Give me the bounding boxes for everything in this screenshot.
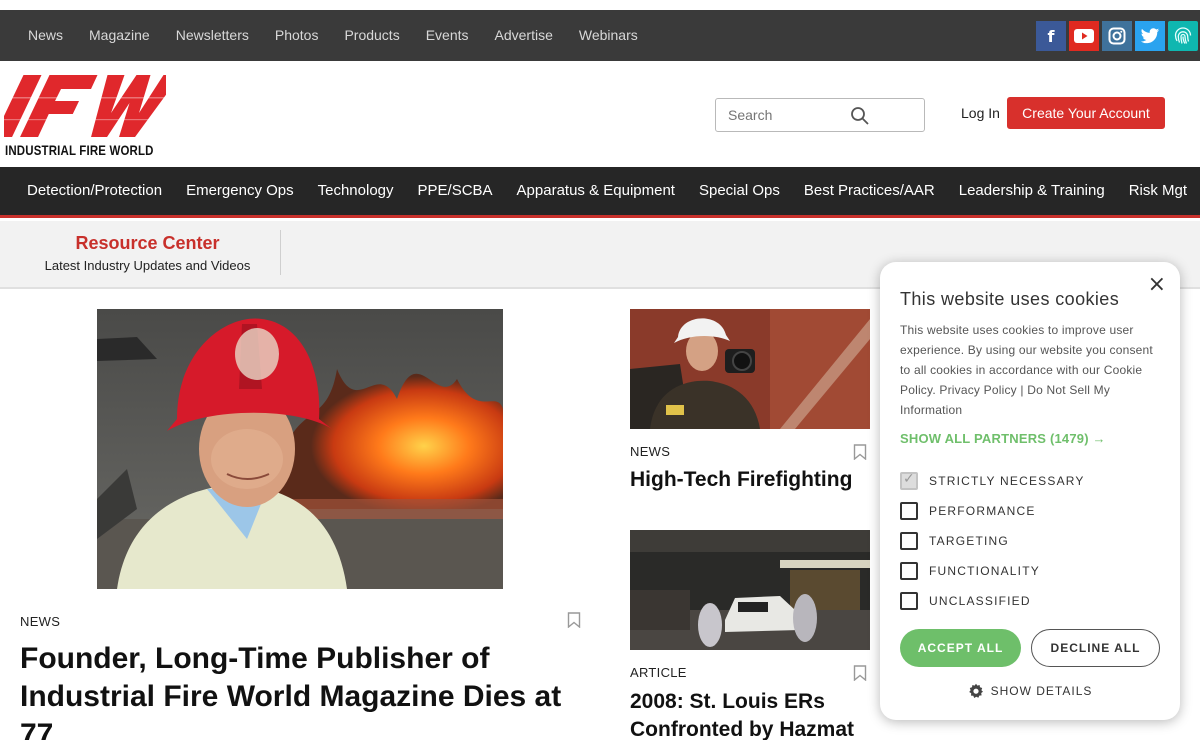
cookie-option-unclassified[interactable]: UNCLASSIFIED (900, 592, 1031, 610)
topnav-webinars[interactable]: Webinars (566, 10, 651, 61)
show-details-link[interactable]: SHOW DETAILS (880, 683, 1180, 699)
cookie-option-performance[interactable]: PERFORMANCE (900, 502, 1036, 520)
checkbox[interactable] (900, 502, 918, 520)
fingerprint-icon[interactable] (1168, 21, 1198, 51)
youtube-icon[interactable] (1069, 21, 1099, 51)
search-box (715, 98, 925, 132)
topnav-events[interactable]: Events (413, 10, 482, 61)
cat-apparatus-equipment[interactable]: Apparatus & Equipment (505, 167, 687, 215)
cookie-option-strictly-necessary[interactable]: STRICTLY NECESSARY (900, 471, 1085, 490)
topnav-products[interactable]: Products (331, 10, 412, 61)
top-nav: News Magazine Newsletters Photos Product… (15, 10, 651, 61)
accept-all-button[interactable]: ACCEPT ALL (900, 629, 1021, 667)
topnav-photos[interactable]: Photos (262, 10, 332, 61)
decline-all-button[interactable]: DECLINE ALL (1031, 629, 1160, 667)
bookmark-icon[interactable] (853, 444, 867, 460)
facebook-icon[interactable]: f (1036, 21, 1066, 51)
logo-tagline: INDUSTRIAL FIRE WORLD (5, 142, 154, 158)
cat-leadership-training[interactable]: Leadership & Training (947, 167, 1117, 215)
article-title[interactable]: High-Tech Firefighting (630, 466, 870, 493)
article-image-st-louis[interactable] (630, 530, 870, 650)
bookmark-icon[interactable] (853, 665, 867, 681)
cat-technology[interactable]: Technology (306, 167, 406, 215)
article-image-high-tech[interactable] (630, 309, 870, 429)
checkbox[interactable] (900, 592, 918, 610)
show-details-label: SHOW DETAILS (990, 684, 1093, 698)
instagram-icon[interactable] (1102, 21, 1132, 51)
category-nav: Detection/Protection Emergency Ops Techn… (15, 167, 1199, 215)
create-account-button[interactable]: Create Your Account (1007, 97, 1165, 129)
cookie-option-targeting[interactable]: TARGETING (900, 532, 1009, 550)
cookie-option-label: FUNCTIONALITY (929, 564, 1040, 578)
cookie-title: This website uses cookies (900, 289, 1120, 309)
topnav-magazine[interactable]: Magazine (76, 10, 163, 61)
bookmark-icon[interactable] (567, 612, 581, 628)
article-category[interactable]: NEWS (20, 614, 60, 629)
resource-center-subtitle: Latest Industry Updates and Videos (44, 258, 251, 273)
close-icon[interactable]: × (1148, 274, 1166, 296)
social-links: f (1036, 21, 1198, 51)
cookie-description: This website uses cookies to improve use… (900, 323, 1153, 417)
show-partners-link[interactable]: SHOW ALL PARTNERS (1479) → (900, 431, 1106, 446)
topnav-news[interactable]: News (15, 10, 76, 61)
cookie-option-label: TARGETING (929, 534, 1009, 548)
cat-risk-mgt[interactable]: Risk Mgt (1117, 167, 1199, 215)
cat-detection-protection[interactable]: Detection/Protection (15, 167, 174, 215)
checkbox[interactable] (900, 532, 918, 550)
page: News Magazine Newsletters Photos Product… (0, 0, 1200, 740)
login-link[interactable]: Log In (961, 105, 1000, 121)
topnav-advertise[interactable]: Advertise (482, 10, 566, 61)
twitter-icon[interactable] (1135, 21, 1165, 51)
divider (280, 230, 281, 275)
article-image-founder[interactable] (97, 309, 503, 589)
cat-emergency-ops[interactable]: Emergency Ops (174, 167, 306, 215)
cat-special-ops[interactable]: Special Ops (687, 167, 792, 215)
cookie-option-label: UNCLASSIFIED (929, 594, 1031, 608)
search-icon[interactable] (850, 106, 870, 126)
cookie-option-functionality[interactable]: FUNCTIONALITY (900, 562, 1040, 580)
topnav-newsletters[interactable]: Newsletters (163, 10, 262, 61)
article-category[interactable]: ARTICLE (630, 665, 687, 680)
gear-icon (968, 683, 983, 698)
top-strip (0, 0, 1200, 10)
cookie-option-label: STRICTLY NECESSARY (929, 474, 1085, 488)
category-bar: Detection/Protection Emergency Ops Techn… (0, 167, 1200, 218)
cookie-consent-dialog: × This website uses cookies This website… (880, 262, 1180, 720)
search-input[interactable] (716, 99, 866, 131)
article-title[interactable]: Founder, Long-Time Publisher of Industri… (20, 640, 590, 740)
checkbox[interactable] (900, 562, 918, 580)
top-bar: News Magazine Newsletters Photos Product… (0, 10, 1200, 61)
resource-center-title[interactable]: Resource Center (0, 233, 295, 254)
cookie-option-label: PERFORMANCE (929, 504, 1036, 518)
article-title[interactable]: 2008: St. Louis ERs Confronted by Hazmat (630, 688, 870, 740)
cat-ppe-scba[interactable]: PPE/SCBA (406, 167, 505, 215)
cat-best-practices[interactable]: Best Practices/AAR (792, 167, 947, 215)
site-header: INDUSTRIAL FIRE WORLD Log In Create Your… (0, 61, 1200, 167)
article-category[interactable]: NEWS (630, 444, 670, 459)
checkbox[interactable] (900, 471, 918, 490)
